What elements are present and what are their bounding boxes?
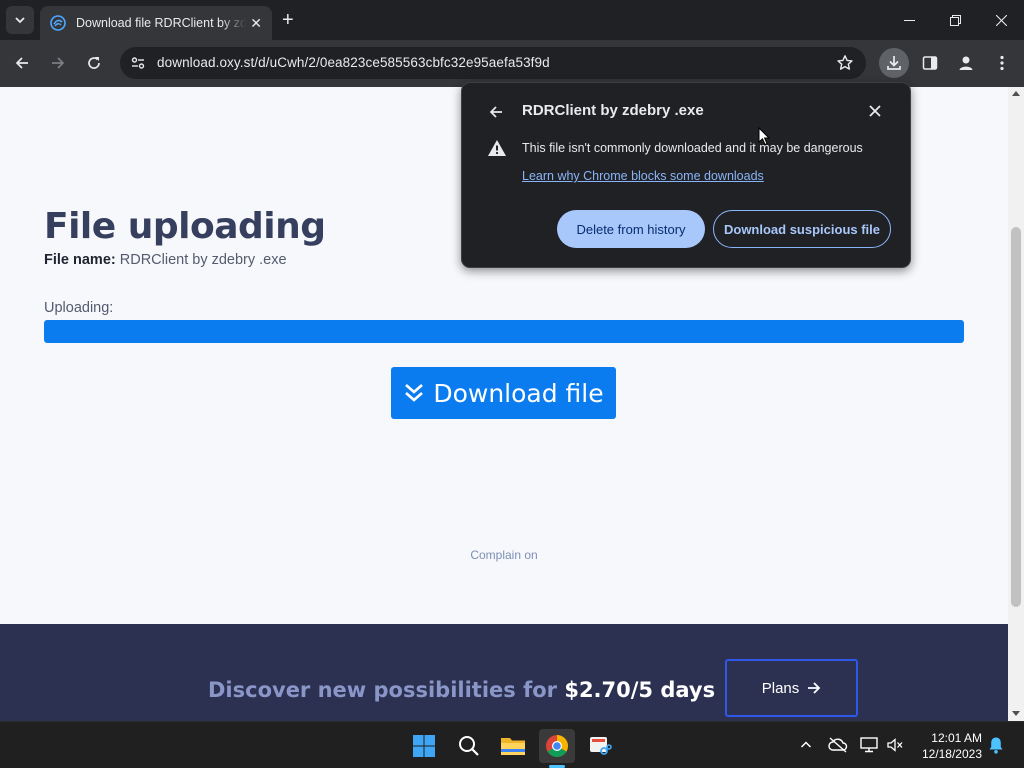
bookmark-star-icon[interactable] <box>836 54 854 77</box>
restore-button[interactable] <box>932 0 978 40</box>
bell-icon <box>989 737 1003 754</box>
download-file-button[interactable]: Download file <box>391 367 616 419</box>
back-button[interactable] <box>9 50 35 76</box>
profile-button[interactable] <box>951 48 981 78</box>
notifications-button[interactable] <box>986 735 1006 755</box>
downloads-button[interactable] <box>879 48 909 78</box>
double-chevron-down-icon <box>403 382 425 404</box>
scroll-up-arrow-icon[interactable] <box>1012 91 1020 96</box>
promo-lead: Discover new possibilities for <box>208 678 558 702</box>
close-window-button[interactable] <box>978 0 1024 40</box>
tab-strip: Download file RDRClient by zdebry .exe ✕… <box>0 0 1024 40</box>
upload-progress-fill <box>44 320 964 343</box>
download-file-label: Download file <box>433 378 604 408</box>
restore-icon <box>949 14 961 26</box>
tab-search-button[interactable] <box>6 6 34 34</box>
complain-link[interactable]: Complain on <box>0 548 1008 562</box>
site-info-icon[interactable] <box>130 55 146 76</box>
taskbar-search-button[interactable] <box>451 729 487 763</box>
download-suspicious-file-button[interactable]: Download suspicious file <box>713 210 891 248</box>
promo-banner: Discover new possibilities for $2.70/5 d… <box>0 624 1008 721</box>
upload-progress-bar <box>44 320 964 343</box>
chevron-up-icon <box>800 741 812 748</box>
page-scrollbar[interactable] <box>1008 87 1024 721</box>
side-panel-icon <box>922 56 938 70</box>
profile-icon <box>959 56 973 70</box>
uploading-label: Uploading: <box>44 300 114 316</box>
file-name-row: File name: RDRClient by zdebry .exe <box>44 252 287 268</box>
file-explorer-button[interactable] <box>495 729 531 763</box>
promo-text: Discover new possibilities for $2.70/5 d… <box>208 678 715 702</box>
start-button[interactable] <box>406 729 442 763</box>
chrome-taskbar-button[interactable] <box>539 729 575 763</box>
download-warning-bubble: RDRClient by zdebry .exe This file isn't… <box>461 82 911 268</box>
arrow-right-icon <box>52 57 65 69</box>
search-icon <box>459 736 479 756</box>
start-icon <box>413 735 435 757</box>
learn-more-link[interactable]: Learn why Chrome blocks some downloads <box>522 169 764 183</box>
volume-muted-icon <box>887 738 903 752</box>
tab-title: Download file RDRClient by zdebry .exe <box>76 16 246 30</box>
new-tab-button[interactable]: + <box>282 9 294 31</box>
url-text: download.oxy.st/d/uCwh/2/0ea823ce585563c… <box>157 55 550 70</box>
delete-from-history-button[interactable]: Delete from history <box>557 210 705 248</box>
page-title: File uploading <box>44 206 326 247</box>
tab-close-icon[interactable]: ✕ <box>250 15 262 31</box>
back-arrow-icon[interactable] <box>488 104 504 125</box>
volume-tray-button[interactable] <box>885 735 905 755</box>
site-favicon-icon <box>50 15 66 31</box>
forward-button[interactable] <box>45 50 71 76</box>
minimize-icon <box>903 19 915 21</box>
system-clock[interactable]: 12:01 AM 12/18/2023 <box>908 730 982 762</box>
promo-price: $2.70/5 days <box>564 678 716 702</box>
reload-icon <box>88 57 100 69</box>
warning-icon <box>487 139 507 162</box>
address-bar[interactable]: download.oxy.st/d/uCwh/2/0ea823ce585563c… <box>120 47 866 79</box>
clock-time: 12:01 AM <box>931 731 982 745</box>
file-name-label: File name: <box>44 252 116 268</box>
file-name-value: RDRClient by zdebry .exe <box>119 252 287 268</box>
network-tray-button[interactable] <box>859 735 879 755</box>
windows-taskbar: 12:01 AM 12/18/2023 <box>0 721 1024 768</box>
browser-toolbar: download.oxy.st/d/uCwh/2/0ea823ce585563c… <box>0 40 1024 87</box>
arrow-left-icon <box>15 57 28 69</box>
network-icon <box>860 737 878 753</box>
plans-button[interactable]: Plans <box>725 659 858 717</box>
snipping-tool-icon <box>590 737 612 755</box>
tray-overflow-button[interactable] <box>796 735 816 755</box>
file-explorer-icon <box>501 738 525 755</box>
cloud-off-icon <box>828 737 848 753</box>
more-vert-icon <box>1000 55 1004 71</box>
clock-date: 12/18/2023 <box>921 747 982 761</box>
snipping-tool-button[interactable] <box>582 729 618 763</box>
side-panel-button[interactable] <box>915 48 945 78</box>
bubble-title: RDRClient by zdebry .exe <box>522 102 704 119</box>
tab-active[interactable]: Download file RDRClient by zdebry .exe ✕ <box>40 6 272 40</box>
bubble-close-icon[interactable] <box>868 104 882 123</box>
chevron-down-icon <box>15 17 25 24</box>
minimize-button[interactable] <box>886 0 932 40</box>
scroll-down-arrow-icon[interactable] <box>1012 711 1020 716</box>
chrome-menu-button[interactable] <box>987 48 1017 78</box>
onedrive-tray-button[interactable] <box>828 735 848 755</box>
reload-button[interactable] <box>81 50 107 76</box>
scroll-thumb[interactable] <box>1011 227 1021 607</box>
arrow-right-icon <box>807 681 821 695</box>
plans-label: Plans <box>761 679 800 697</box>
warning-message: This file isn't commonly downloaded and … <box>522 141 863 155</box>
chrome-icon <box>546 735 568 757</box>
mouse-cursor-icon <box>758 126 771 151</box>
close-icon <box>995 14 1007 26</box>
download-icon <box>887 56 901 70</box>
